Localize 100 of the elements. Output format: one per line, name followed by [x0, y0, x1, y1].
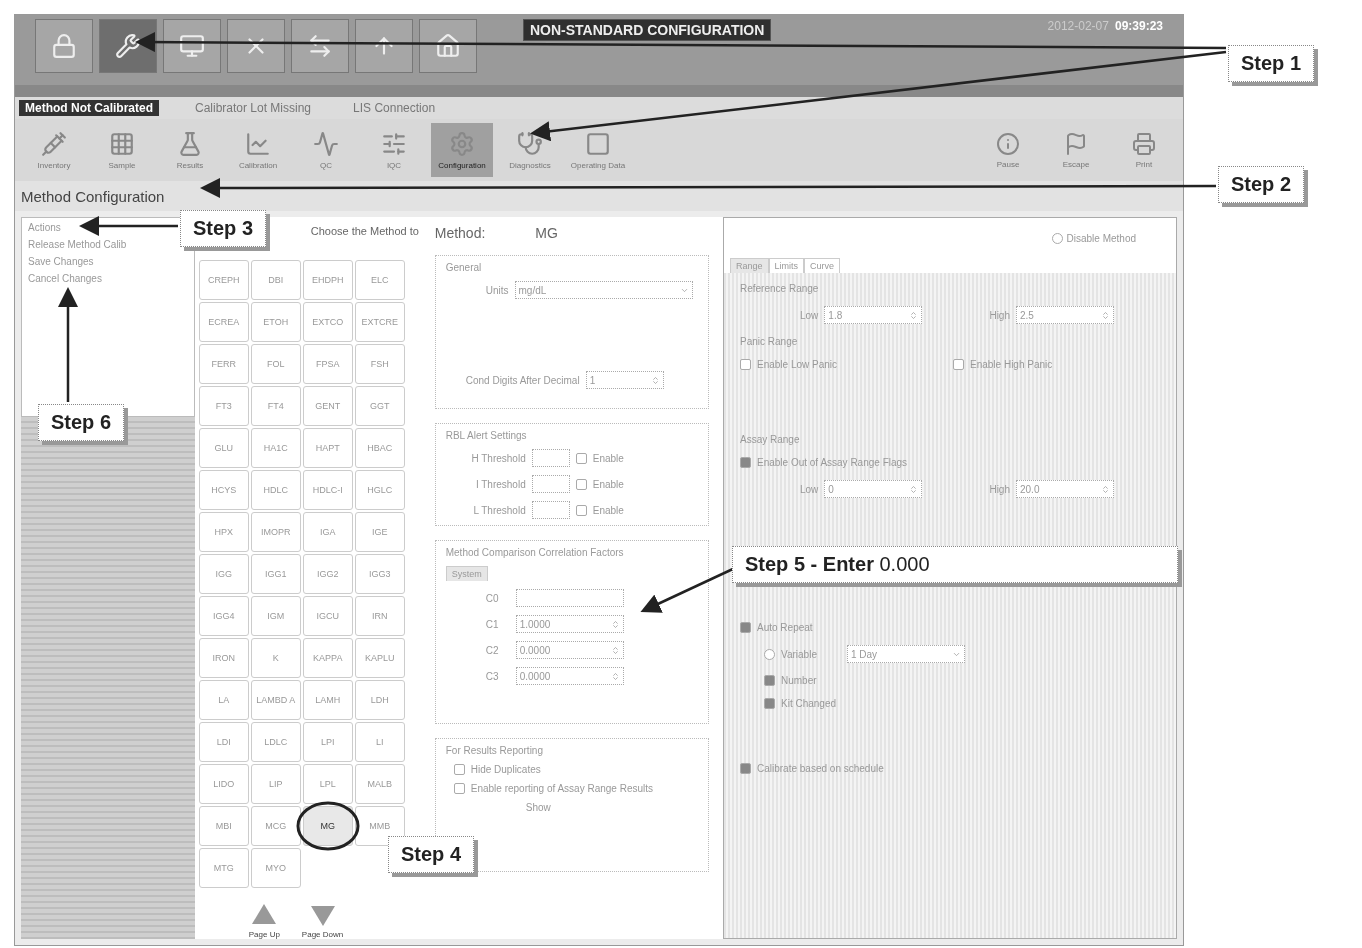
- toolbar-button[interactable]: Results: [159, 123, 221, 177]
- method-button[interactable]: KAPPA: [302, 638, 353, 678]
- alert-message[interactable]: Calibrator Lot Missing: [189, 100, 318, 116]
- method-button[interactable]: ETOH: [250, 302, 301, 342]
- checkbox[interactable]: [575, 504, 587, 516]
- digits-spinner[interactable]: 1: [585, 371, 664, 389]
- alert-message[interactable]: LIS Connection: [347, 100, 442, 116]
- method-button[interactable]: IGE: [354, 512, 405, 552]
- method-button[interactable]: MCG: [250, 806, 301, 846]
- toolbar-button[interactable]: [419, 19, 477, 73]
- method-button[interactable]: LDH: [354, 680, 405, 720]
- action-link[interactable]: Release Method Calib: [28, 239, 127, 250]
- toolbar-button[interactable]: Calibration: [227, 123, 289, 177]
- radio-button[interactable]: [764, 648, 775, 660]
- action-link[interactable]: Save Changes: [28, 256, 94, 267]
- factor-spinner[interactable]: 1.0000: [515, 615, 624, 633]
- factor-field[interactable]: [515, 589, 624, 607]
- method-button[interactable]: HCYS: [198, 470, 249, 510]
- tab[interactable]: Curve: [804, 258, 841, 273]
- method-button[interactable]: MBI: [198, 806, 249, 846]
- method-button[interactable]: GLU: [198, 428, 249, 468]
- method-button[interactable]: HGLC: [354, 470, 405, 510]
- interval-dropdown[interactable]: 1 Day: [847, 645, 965, 663]
- method-button[interactable]: MYO: [250, 848, 301, 888]
- method-button[interactable]: GENT: [302, 386, 353, 426]
- checkbox[interactable]: [575, 478, 587, 490]
- method-button[interactable]: ELC: [354, 260, 405, 300]
- method-button[interactable]: IGA: [302, 512, 353, 552]
- toolbar-button[interactable]: Diagnostics: [499, 123, 561, 177]
- method-button[interactable]: LPI: [302, 722, 353, 762]
- method-button[interactable]: CREPH: [198, 260, 249, 300]
- method-button[interactable]: LA: [198, 680, 249, 720]
- tab[interactable]: Range: [730, 258, 769, 273]
- checkbox[interactable]: [740, 359, 751, 370]
- low-spinner[interactable]: 0: [824, 480, 923, 498]
- method-button[interactable]: MTG: [198, 848, 249, 888]
- method-button[interactable]: IRN: [354, 596, 405, 636]
- toolbar-button[interactable]: Escape: [1045, 123, 1107, 177]
- method-button[interactable]: EXTCRE: [354, 302, 405, 342]
- toolbar-button[interactable]: [291, 19, 349, 73]
- method-button[interactable]: LDLC: [250, 722, 301, 762]
- checkbox[interactable]: [740, 457, 751, 468]
- method-button[interactable]: FT4: [250, 386, 301, 426]
- toolbar-button[interactable]: Operating Data: [567, 123, 629, 177]
- toolbar-button[interactable]: IQC: [363, 123, 425, 177]
- toolbar-button[interactable]: [163, 19, 221, 73]
- method-button[interactable]: IMOPR: [250, 512, 301, 552]
- method-button[interactable]: LPL: [302, 764, 353, 804]
- method-button[interactable]: IRON: [198, 638, 249, 678]
- checkbox[interactable]: [740, 763, 751, 774]
- factor-spinner[interactable]: 0.0000: [515, 641, 624, 659]
- toolbar-button[interactable]: QC: [295, 123, 357, 177]
- high-spinner[interactable]: 2.5: [1016, 306, 1114, 324]
- method-button[interactable]: LIP: [250, 764, 301, 804]
- checkbox[interactable]: [953, 359, 964, 370]
- tab[interactable]: System: [445, 566, 488, 581]
- method-button[interactable]: LDI: [198, 722, 249, 762]
- method-button[interactable]: IGG4: [198, 596, 249, 636]
- method-button[interactable]: IGG: [198, 554, 249, 594]
- page-button[interactable]: Page Up: [248, 902, 280, 939]
- tab[interactable]: Limits: [768, 258, 805, 273]
- method-button[interactable]: IGG2: [302, 554, 353, 594]
- method-button[interactable]: FSH: [354, 344, 405, 384]
- checkbox[interactable]: [740, 622, 751, 633]
- method-button[interactable]: GGT: [354, 386, 405, 426]
- action-link[interactable]: Cancel Changes: [28, 273, 102, 284]
- low-spinner[interactable]: 1.8: [824, 306, 923, 324]
- method-button[interactable]: HPX: [198, 512, 249, 552]
- method-button[interactable]: FOL: [250, 344, 301, 384]
- method-button[interactable]: IGG3: [354, 554, 405, 594]
- method-button[interactable]: FPSA: [302, 344, 353, 384]
- threshold-field[interactable]: [531, 501, 570, 519]
- method-button[interactable]: FT3: [198, 386, 249, 426]
- units-dropdown[interactable]: mg/dL: [514, 281, 693, 299]
- checkbox[interactable]: [764, 675, 775, 686]
- checkbox[interactable]: [764, 698, 775, 709]
- toolbar-button[interactable]: [99, 19, 157, 73]
- method-button[interactable]: EXTCO: [302, 302, 353, 342]
- method-button[interactable]: KAPLU: [354, 638, 405, 678]
- method-button[interactable]: HAPT: [302, 428, 353, 468]
- toolbar-button[interactable]: Pause: [977, 123, 1039, 177]
- toolbar-button[interactable]: Sample: [91, 123, 153, 177]
- method-button[interactable]: HDLC: [250, 470, 301, 510]
- method-button[interactable]: MALB: [354, 764, 405, 804]
- factor-spinner[interactable]: 0.0000: [515, 667, 624, 685]
- method-button[interactable]: ECREA: [198, 302, 249, 342]
- method-button[interactable]: LAMH: [302, 680, 353, 720]
- toolbar-button[interactable]: [355, 19, 413, 73]
- method-button[interactable]: K: [250, 638, 301, 678]
- method-button[interactable]: IGCU: [302, 596, 353, 636]
- method-button[interactable]: LAMBD A: [250, 680, 301, 720]
- method-button[interactable]: FERR: [198, 344, 249, 384]
- method-button[interactable]: DBI: [250, 260, 301, 300]
- toolbar-button[interactable]: Configuration: [431, 123, 493, 177]
- method-button[interactable]: HA1C: [250, 428, 301, 468]
- checkbox[interactable]: [453, 764, 465, 775]
- method-button[interactable]: IGM: [250, 596, 301, 636]
- method-button[interactable]: MG: [302, 806, 353, 846]
- checkbox[interactable]: [453, 783, 465, 794]
- threshold-field[interactable]: [531, 475, 570, 493]
